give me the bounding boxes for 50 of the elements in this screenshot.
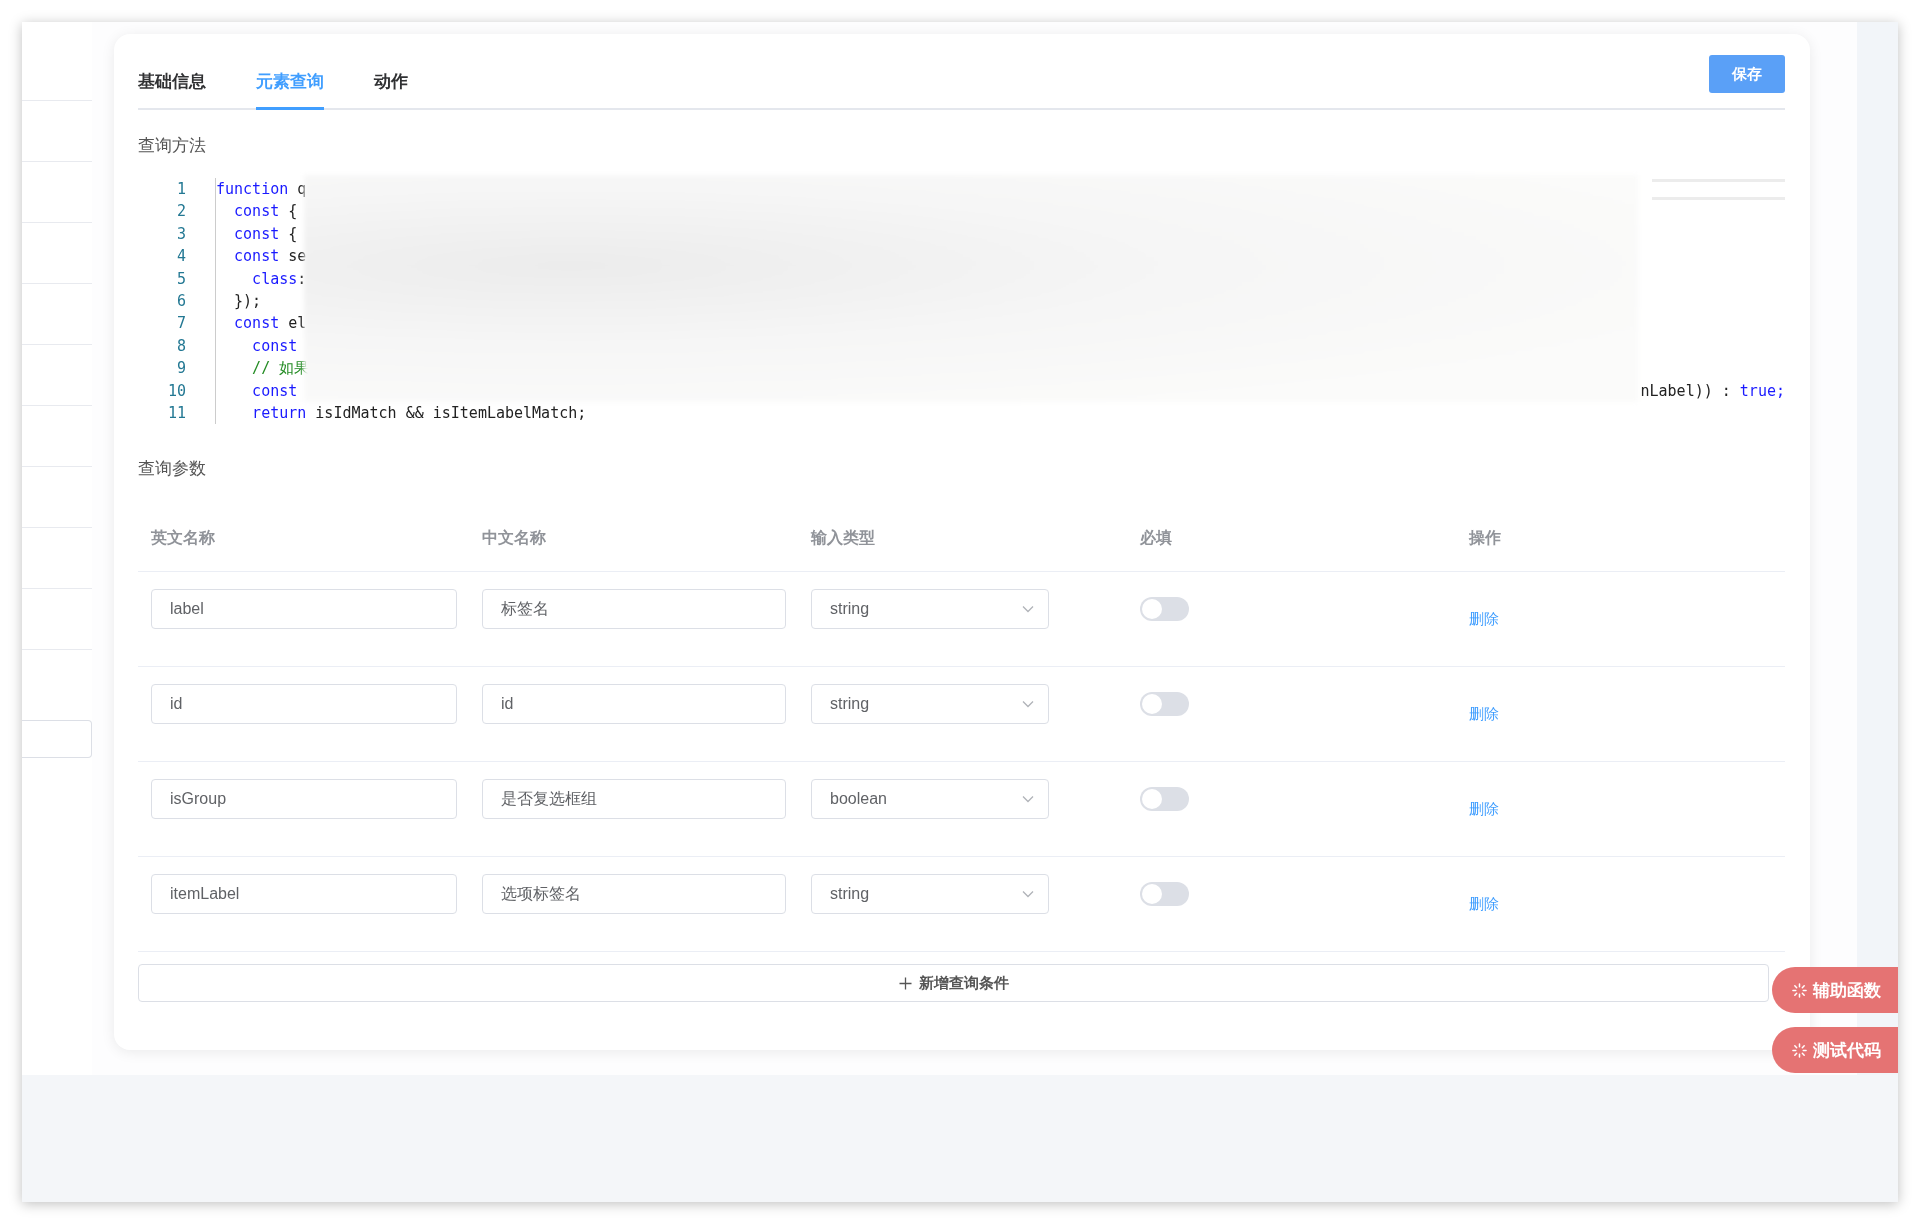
line-number: 1 — [175, 179, 187, 200]
code-line: nLabel)) : true; — [1640, 380, 1785, 402]
type-dropdown[interactable]: string — [811, 874, 1049, 915]
line-number: 8 — [175, 335, 187, 357]
input-field[interactable]: isGroup — [151, 779, 457, 820]
caret-icon — [1022, 700, 1034, 709]
plus-icon — [898, 976, 912, 990]
type-dropdown[interactable]: boolean — [811, 779, 1049, 820]
add-condition-button[interactable]: 新增查询条件 — [138, 964, 1769, 1003]
line-number: 11 — [166, 402, 187, 424]
column-header: 输入类型 — [809, 528, 876, 549]
input-field[interactable]: 是否复选框组 — [482, 779, 786, 820]
code-line: const — [215, 379, 298, 402]
caret-icon — [1022, 890, 1034, 899]
input-field[interactable]: itemLabel — [151, 874, 457, 915]
toggle-switch[interactable] — [1140, 597, 1189, 622]
line-number: 6 — [175, 290, 187, 312]
line-number: 2 — [175, 201, 187, 223]
tab[interactable]: 动作 — [374, 70, 408, 110]
input-field[interactable]: 选项标签名 — [482, 874, 786, 915]
type-dropdown[interactable]: string — [811, 684, 1049, 725]
code-line: }); — [215, 289, 262, 313]
section-title: 查询参数 — [138, 459, 207, 480]
line-number: 7 — [175, 313, 187, 335]
column-header: 英文名称 — [150, 528, 216, 549]
line-number: 9 — [175, 358, 187, 380]
sparkle-icon — [1792, 1042, 1807, 1058]
column-header: 中文名称 — [481, 528, 547, 549]
type-dropdown[interactable]: string — [811, 589, 1049, 630]
caret-icon — [1022, 795, 1034, 804]
line-number: 4 — [175, 246, 187, 268]
code-line: const — [215, 334, 298, 358]
column-header: 必填 — [1139, 528, 1173, 549]
caret-icon — [1022, 605, 1034, 614]
input-field[interactable]: id — [482, 684, 786, 725]
code-line: const { — [215, 200, 298, 223]
line-number: 5 — [175, 268, 187, 290]
toggle-switch[interactable] — [1140, 882, 1189, 907]
input-field[interactable]: id — [151, 684, 457, 725]
code-line: const { — [215, 222, 298, 246]
column-header: 操作 — [1467, 528, 1502, 549]
toggle-switch[interactable] — [1140, 692, 1189, 717]
line-number: 3 — [175, 223, 187, 245]
input-field[interactable]: 标签名 — [482, 589, 786, 630]
sparkle-icon — [1792, 982, 1807, 998]
toggle-switch[interactable] — [1140, 787, 1189, 812]
tab[interactable]: 基础信息 — [138, 70, 206, 110]
input-field[interactable]: label — [151, 589, 457, 630]
section-title: 查询方法 — [138, 136, 207, 156]
line-number: 10 — [166, 380, 187, 402]
